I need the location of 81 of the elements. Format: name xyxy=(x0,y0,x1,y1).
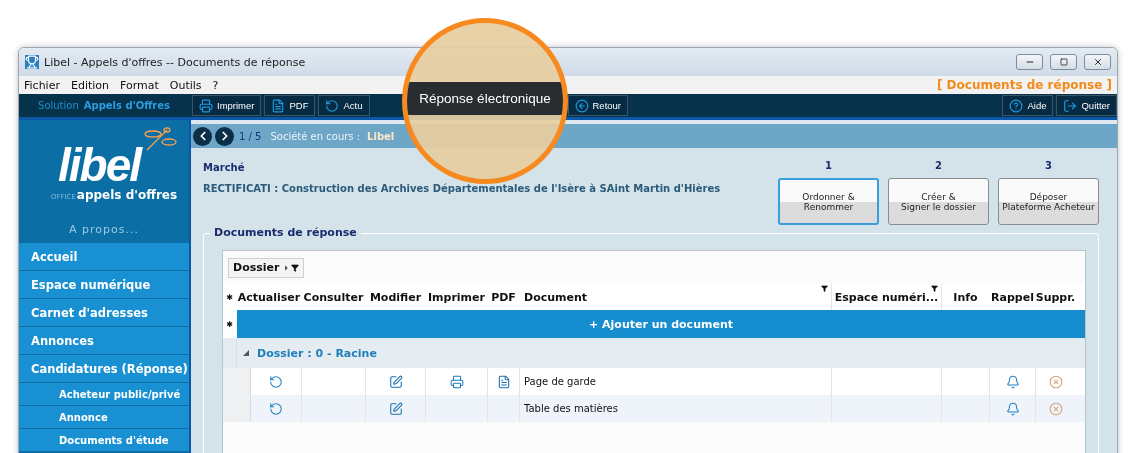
back-icon xyxy=(574,98,589,113)
sidebar-item[interactable]: Annonces xyxy=(19,327,189,355)
new-row-marker: ✱ xyxy=(225,318,234,331)
pdf-icon[interactable] xyxy=(496,374,511,389)
close-icon xyxy=(1092,57,1103,67)
column-header[interactable]: ✱ xyxy=(223,284,237,310)
step-button[interactable]: Ordonner & Renommer xyxy=(778,178,879,225)
restore-button[interactable] xyxy=(1050,54,1077,70)
minimize-button[interactable] xyxy=(1016,54,1043,70)
delete-icon[interactable] xyxy=(1048,374,1063,389)
previous-button[interactable] xyxy=(193,126,212,146)
pdf-icon xyxy=(271,98,286,113)
document-name: Page de garde xyxy=(524,376,596,387)
context-label: [ Documents de réponse ] xyxy=(936,78,1112,92)
printer-icon[interactable] xyxy=(449,374,464,389)
menu-item[interactable]: Fichier xyxy=(24,78,60,92)
step-number: 2 xyxy=(935,160,942,171)
menu-item[interactable]: Format xyxy=(120,78,159,92)
help-icon xyxy=(1009,98,1024,113)
step-number: 3 xyxy=(1045,160,1052,171)
add-document-button[interactable]: + Ajouter un document xyxy=(237,310,1085,338)
filter-icon[interactable] xyxy=(821,285,828,292)
solution-name: Appels d'Offres xyxy=(83,100,170,111)
column-header[interactable]: Imprimer xyxy=(426,284,488,310)
step-button[interactable]: Créer & Signer le dossier xyxy=(888,178,989,225)
market-label: Marché xyxy=(203,162,246,173)
bell-icon[interactable] xyxy=(1005,374,1020,389)
dragonfly-icon xyxy=(141,124,177,152)
edit-icon[interactable] xyxy=(388,374,403,389)
expand-icon[interactable] xyxy=(243,350,249,356)
column-header[interactable]: Modifier xyxy=(366,284,426,310)
menu-item[interactable]: Outils xyxy=(169,78,202,92)
printer-icon xyxy=(199,98,213,113)
close-button[interactable] xyxy=(1084,54,1111,70)
logo-wordmark: libel xyxy=(58,141,140,188)
logo-product-name: appels d'offres xyxy=(76,187,178,202)
section-title: Documents de réponse xyxy=(210,226,361,239)
sidebar-item[interactable]: Carnet d'adresses xyxy=(19,299,189,327)
document-name: Table des matières xyxy=(524,403,618,414)
restore-icon xyxy=(1059,58,1068,66)
menu-item[interactable]: Edition xyxy=(70,78,109,92)
toolbar-button[interactable]: PDF xyxy=(264,95,316,116)
refresh-icon xyxy=(325,98,340,113)
window-title: Libel - Appels d'offres -- Documents de réponse xyxy=(44,55,307,69)
column-header[interactable]: Consulter xyxy=(302,284,366,310)
next-button[interactable] xyxy=(215,126,234,146)
step-number: 1 xyxy=(825,160,832,171)
toolbar-button[interactable]: Quitter xyxy=(1056,95,1117,116)
sidebar-item[interactable]: Candidatures (Réponse) xyxy=(19,355,189,383)
page-counter: 1 / 5 xyxy=(239,130,262,142)
callout-text: Réponse électronique xyxy=(419,90,551,106)
filter-icon[interactable] xyxy=(291,263,300,272)
exit-icon xyxy=(1063,98,1078,113)
column-header[interactable]: Info xyxy=(942,284,990,310)
app-icon xyxy=(25,55,39,69)
sidebar-item[interactable]: Annonce xyxy=(19,406,189,429)
sidebar-item[interactable]: Documents d'étude xyxy=(19,429,189,452)
column-header[interactable]: Actualiser xyxy=(237,284,302,310)
column-header[interactable]: Suppr. xyxy=(1036,284,1076,310)
group-label: Dossier : 0 - Racine xyxy=(257,346,377,360)
market-title: RECTIFICATI : Construction des Archives Départementales de l'Isère à SAint Martin d'Hières xyxy=(203,183,721,194)
refresh-icon[interactable] xyxy=(269,401,283,416)
toolbar-button[interactable]: Actu xyxy=(318,95,370,116)
step-button[interactable]: Déposer Plateforme Acheteur xyxy=(998,178,1099,225)
solution-label: Solution xyxy=(38,100,79,111)
sidebar-item[interactable]: Accueil xyxy=(19,243,189,271)
toolbar-button[interactable]: Retour xyxy=(567,95,628,116)
sidebar-item[interactable]: Acheteur public/privé xyxy=(19,383,189,406)
company-label: Société en cours : xyxy=(270,130,361,142)
bell-icon[interactable] xyxy=(1005,401,1020,416)
refresh-icon[interactable] xyxy=(269,374,283,389)
column-header[interactable]: Rappel xyxy=(990,284,1036,310)
edit-icon[interactable] xyxy=(388,401,403,416)
company-name: Libel xyxy=(367,130,395,142)
menu-item[interactable]: ? xyxy=(212,78,219,92)
sidebar-item[interactable]: Espace numérique xyxy=(19,271,189,299)
filter-icon[interactable] xyxy=(931,285,938,292)
toolbar-button[interactable]: Aide xyxy=(1002,95,1054,116)
group-by-chip[interactable]: Dossier xyxy=(228,257,305,278)
column-header[interactable]: PDF xyxy=(488,284,520,310)
toolbar-button[interactable]: Imprimer xyxy=(192,95,262,116)
